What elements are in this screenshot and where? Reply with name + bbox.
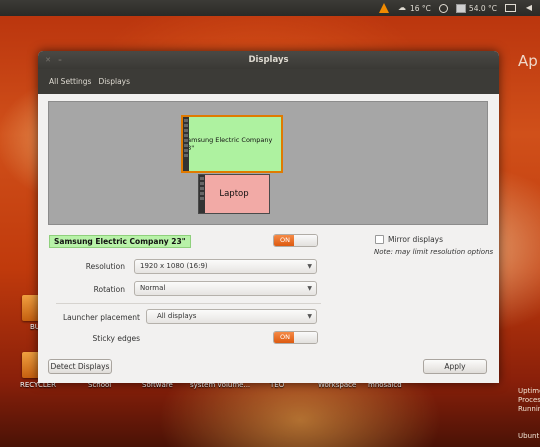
monitor-laptop-label: Laptop (219, 189, 249, 199)
mirror-note: Note: may limit resolution options (374, 248, 494, 256)
cpu-temp-indicator[interactable]: 54.0 °C (455, 3, 497, 13)
chevron-down-icon: ▼ (307, 263, 312, 270)
launcher-placement-select[interactable]: All displays ▼ (146, 309, 317, 324)
sticky-edges-toggle[interactable]: ON (273, 331, 318, 344)
desktop-side-line: Running (518, 405, 540, 413)
close-icon[interactable]: ✕ (45, 57, 51, 64)
chevron-down-icon: ▼ (307, 313, 312, 320)
mirror-displays-option[interactable]: Mirror displays (375, 235, 443, 244)
cloud-icon: ☁ (398, 3, 406, 12)
mail-icon (505, 4, 516, 12)
speaker-icon: ◀ (525, 3, 533, 12)
display-power-toggle[interactable]: ON (273, 234, 318, 247)
cpu-temp-text: 54.0 °C (468, 3, 497, 13)
desktop-side-line: Process (518, 396, 540, 404)
top-panel: ☁ 16 °C 54.0 °C ◀ (0, 0, 540, 16)
sound-indicator[interactable]: ◀ (524, 3, 534, 13)
mail-indicator[interactable] (505, 4, 516, 12)
chevron-down-icon: ▼ (307, 285, 312, 292)
temperature-text: 16 °C (410, 3, 431, 13)
all-settings-button[interactable]: All Settings (49, 77, 91, 86)
launcher-placement-label: Launcher placement (62, 313, 140, 322)
rotation-select[interactable]: Normal ▼ (134, 281, 317, 296)
toggle-knob (294, 332, 317, 343)
desktop-side-line: Ubunt (518, 432, 540, 440)
resolution-label: Resolution (85, 262, 125, 271)
resolution-value: 1920 x 1080 (16:9) (140, 262, 208, 270)
mirror-displays-checkbox[interactable] (375, 235, 384, 244)
apply-button[interactable]: Apply (423, 359, 487, 374)
separator (56, 303, 321, 304)
sticky-edges-label: Sticky edges (92, 334, 140, 343)
resolution-select[interactable]: 1920 x 1080 (16:9) ▼ (134, 259, 317, 274)
rotation-label: Rotation (93, 285, 125, 294)
launcher-strip (199, 175, 205, 213)
launcher-strip (183, 117, 189, 171)
desktop-title-fragment: Ap (518, 52, 538, 70)
weather-indicator[interactable]: ☁ 16 °C (397, 3, 431, 13)
window-title: Displays (248, 55, 289, 65)
vlc-icon (379, 3, 389, 13)
power-icon (438, 3, 448, 13)
minimize-icon[interactable]: – (57, 57, 63, 64)
selected-display-name: Samsung Electric Company 23" (49, 235, 191, 248)
launcher-placement-value: All displays (157, 312, 197, 320)
monitor-laptop[interactable]: Laptop (198, 174, 270, 214)
toggle-knob (294, 235, 317, 246)
cpu-icon (455, 3, 466, 13)
monitor-samsung-label: Samsung Electric Company 23" (183, 136, 273, 152)
displays-breadcrumb[interactable]: Displays (98, 77, 130, 86)
power-indicator[interactable] (438, 3, 448, 13)
monitor-samsung[interactable]: Samsung Electric Company 23" (181, 115, 283, 173)
rotation-value: Normal (140, 284, 166, 292)
toggle-on-label: ON (274, 332, 296, 343)
window-toolbar: All Settings Displays (38, 69, 499, 94)
vlc-indicator[interactable] (379, 3, 389, 13)
toggle-on-label: ON (274, 235, 296, 246)
display-arrangement-area[interactable]: Samsung Electric Company 23" Laptop (48, 101, 488, 225)
desktop-side-line: Uptime (518, 387, 540, 395)
mirror-displays-label: Mirror displays (388, 235, 444, 244)
displays-window: ✕ – Displays All Settings Displays Samsu… (38, 51, 499, 383)
window-titlebar[interactable]: ✕ – Displays (38, 51, 499, 69)
detect-displays-button[interactable]: Detect Displays (48, 359, 112, 374)
